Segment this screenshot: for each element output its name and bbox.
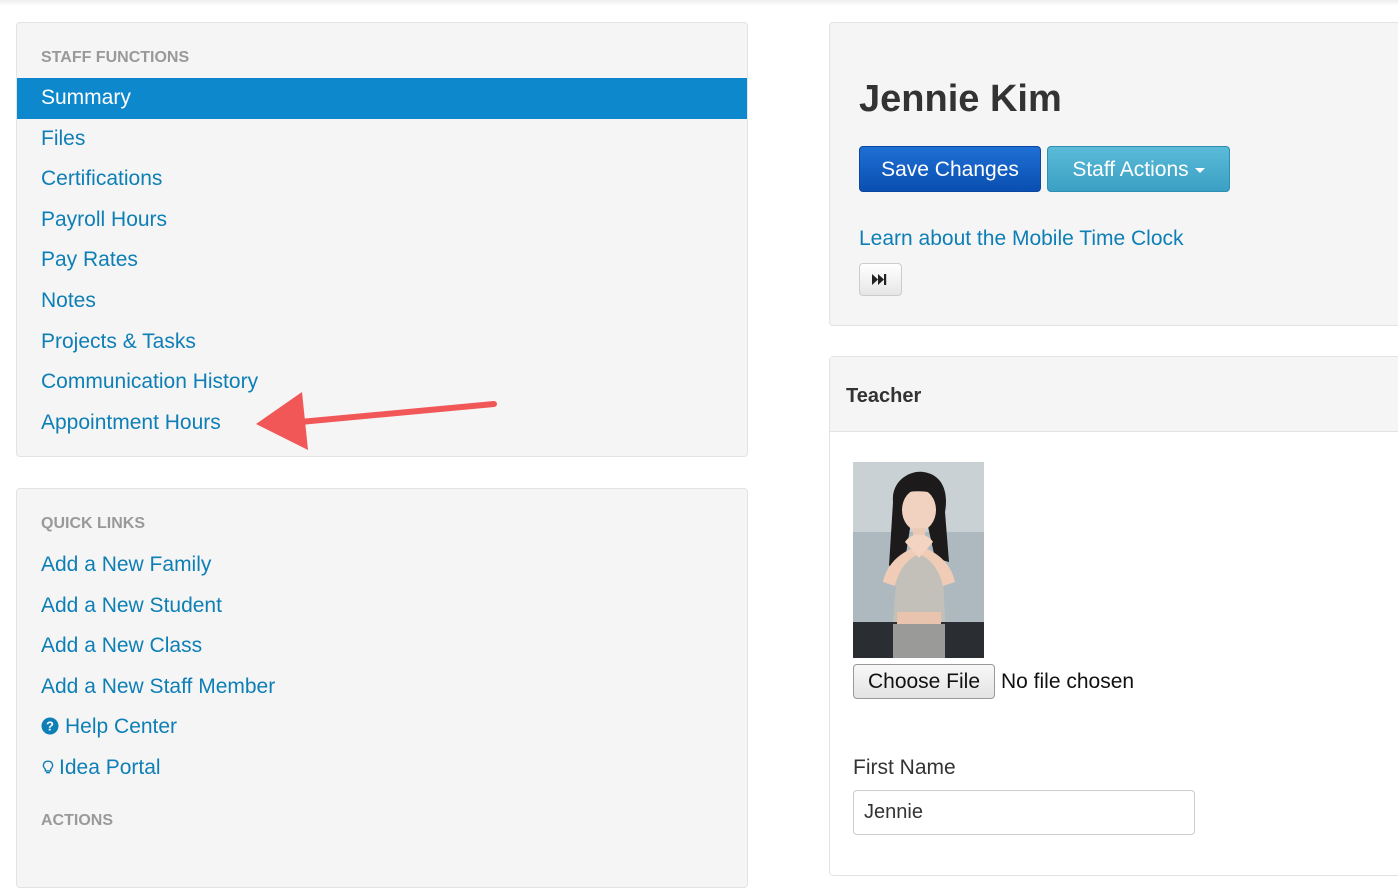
staff-functions-panel: STAFF FUNCTIONS Summary Files Certificat… (16, 22, 748, 457)
quick-links-panel: QUICK LINKS Add a New Family Add a New S… (16, 488, 748, 888)
quick-links-header: QUICK LINKS (41, 515, 145, 532)
quick-link-idea-portal-label: Idea Portal (59, 755, 161, 779)
staff-functions-list: Summary Files Certifications Payroll Hou… (17, 78, 747, 443)
lightbulb-icon (42, 760, 54, 774)
teacher-panel: Teacher Choose File No file chosen First… (829, 356, 1398, 876)
nav-item-files[interactable]: Files (17, 119, 747, 160)
top-shadow-bar (0, 0, 1398, 6)
nav-item-appointment-hours[interactable]: Appointment Hours (17, 403, 747, 444)
nav-item-payroll-hours[interactable]: Payroll Hours (17, 200, 747, 241)
quick-link-help-center[interactable]: ? Help Center (17, 707, 747, 748)
quick-link-add-class[interactable]: Add a New Class (17, 626, 747, 667)
employee-name: Jennie Kim (859, 78, 1062, 120)
employee-header-panel: Jennie Kim Save Changes Staff Actions Le… (829, 22, 1398, 326)
question-circle-icon: ? (41, 717, 59, 735)
first-name-label: First Name (853, 756, 956, 779)
actions-header: ACTIONS (41, 812, 113, 829)
fast-forward-button[interactable] (859, 263, 902, 296)
nav-item-certifications[interactable]: Certifications (17, 159, 747, 200)
quick-link-help-center-label: Help Center (65, 715, 178, 739)
nav-item-communication-history[interactable]: Communication History (17, 362, 747, 403)
quick-link-add-student[interactable]: Add a New Student (17, 586, 747, 627)
teacher-panel-title: Teacher (846, 385, 922, 407)
quick-link-idea-portal[interactable]: Idea Portal (17, 748, 747, 789)
staff-actions-dropdown[interactable]: Staff Actions (1047, 146, 1230, 192)
choose-file-button[interactable]: Choose File (853, 664, 995, 699)
file-status-text: No file chosen (1001, 670, 1135, 693)
nav-item-projects-tasks[interactable]: Projects & Tasks (17, 322, 747, 363)
quick-link-add-staff-member[interactable]: Add a New Staff Member (17, 667, 747, 708)
nav-item-summary[interactable]: Summary (17, 78, 747, 119)
nav-item-pay-rates[interactable]: Pay Rates (17, 240, 747, 281)
fast-forward-icon (872, 274, 887, 285)
staff-functions-header: STAFF FUNCTIONS (41, 49, 190, 66)
save-changes-button[interactable]: Save Changes (859, 146, 1041, 192)
quick-link-add-family[interactable]: Add a New Family (17, 545, 747, 586)
staff-actions-label: Staff Actions (1072, 158, 1189, 181)
caret-down-icon (1194, 168, 1205, 173)
staff-photo (853, 462, 984, 658)
learn-mobile-time-clock-link[interactable]: Learn about the Mobile Time Clock (859, 227, 1184, 251)
first-name-input[interactable] (853, 790, 1195, 835)
nav-item-notes[interactable]: Notes (17, 281, 747, 322)
teacher-panel-header: Teacher (830, 357, 1398, 432)
quick-links-list: Add a New Family Add a New Student Add a… (17, 545, 747, 789)
svg-text:?: ? (46, 719, 54, 734)
